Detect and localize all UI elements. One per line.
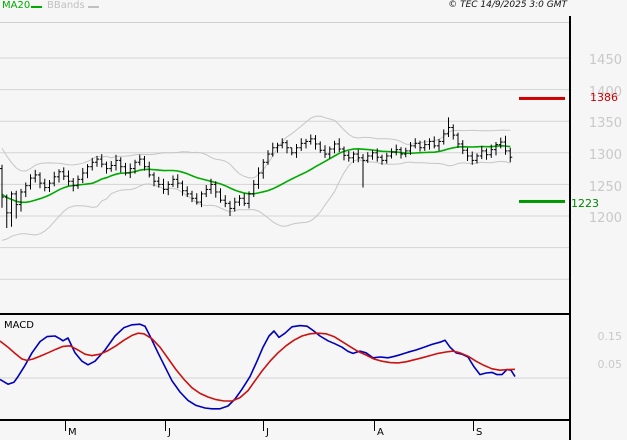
right-axis-border (569, 16, 571, 440)
bollinger-lower-band (1, 159, 511, 241)
month-tick-july (263, 420, 264, 431)
alert-level-line (519, 199, 565, 203)
legend-bbands-label: BBands (47, 0, 85, 11)
legend-ma20-label: MA20 (2, 0, 31, 11)
macd-line (0, 323, 516, 410)
alert-level-lower-label: 1223 (571, 197, 599, 210)
month-label-august: A (377, 427, 384, 438)
month-tick-june (165, 420, 166, 431)
bbands-line-swatch (88, 6, 99, 8)
price-tick-1450: 1450 (588, 53, 622, 68)
ma20-line (1, 144, 511, 204)
alert-level-upper-label: 1386 (590, 91, 618, 104)
month-tick-august (374, 420, 375, 431)
price-tick-1200: 1200 (588, 211, 622, 226)
month-tick-may (65, 420, 66, 431)
price-tick-1350: 1350 (588, 116, 622, 131)
price-tick-1300: 1300 (588, 148, 622, 163)
month-label-july: J (266, 427, 269, 438)
macd-chart (0, 323, 569, 410)
price-tick-1250: 1250 (588, 180, 622, 195)
month-label-september: S (476, 427, 483, 438)
copyright-text: © TEC 14/9/2025 3:0 GMT (448, 0, 567, 10)
ma20-line-swatch (31, 6, 42, 8)
alert-level-line (519, 96, 565, 100)
macd-panel-label: MACD (4, 320, 34, 331)
price-chart (0, 57, 569, 280)
x-axis-line (0, 419, 569, 421)
month-label-may: M (68, 427, 77, 438)
stock-chart-window: MA20 BBands © TEC 14/9/2025 3:0 GMT MACD… (0, 0, 627, 440)
month-label-june: J (168, 427, 171, 438)
macd-tick-015: 0.15 (597, 330, 623, 343)
macd-tick-005: 0.05 (597, 358, 623, 371)
month-tick-september (473, 420, 474, 431)
